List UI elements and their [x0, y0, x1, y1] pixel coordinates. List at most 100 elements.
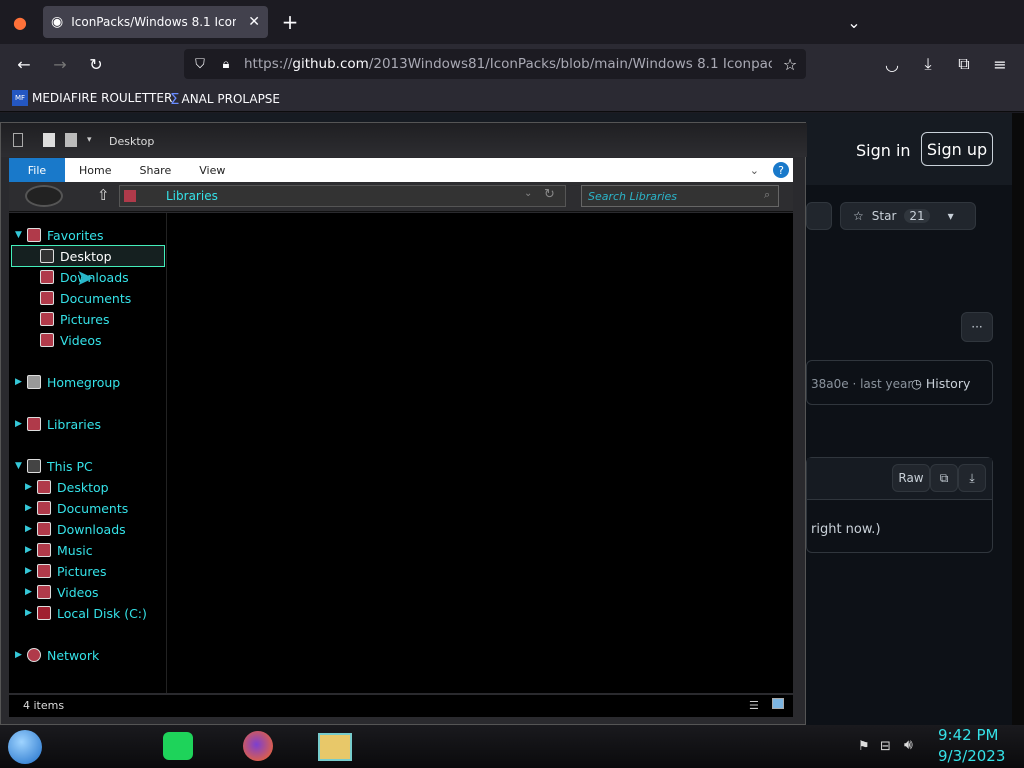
bookmark-anal-prolapse[interactable]: Σ ANAL PROLAPSE [170, 90, 280, 108]
bookmark-mediafire[interactable]: MF MEDIAFIRE ROULETTER [12, 90, 172, 106]
item-count: 4 items [23, 699, 65, 712]
url-text[interactable]: https://github.com/2013Windows81/IconPac… [244, 56, 772, 72]
reload-button[interactable]: ↻ [82, 50, 110, 78]
nav-pc-desktop[interactable]: ▶ Desktop [25, 477, 109, 497]
music-icon [37, 543, 51, 557]
history-link[interactable]: ◷ History [911, 376, 970, 391]
libraries-icon [124, 190, 136, 202]
start-button[interactable] [8, 730, 42, 764]
help-icon[interactable]: ? [773, 162, 789, 178]
nav-pc-music[interactable]: ▶ Music [25, 540, 93, 560]
clock-time[interactable]: 9:42 PM [938, 726, 998, 744]
nav-fav-videos[interactable]: Videos [40, 330, 102, 350]
nav-this-pc[interactable]: ▼ This PC [15, 456, 93, 476]
up-arrow-icon[interactable]: ⇧ [97, 186, 110, 204]
nav-pc-documents[interactable]: ▶ Documents [25, 498, 128, 518]
search-input[interactable]: Search Libraries [588, 190, 677, 203]
expand-arrow-icon[interactable]: ▶ [15, 650, 27, 660]
properties-icon[interactable] [43, 133, 55, 147]
downloads-icon[interactable]: ⤓ [914, 50, 942, 78]
menu-icon[interactable]: ≡ [986, 50, 1014, 78]
expand-arrow-icon[interactable]: ▼ [15, 461, 27, 471]
raw-button[interactable]: Raw [892, 464, 930, 492]
lock-icon[interactable]: 🔒︎ [212, 50, 240, 78]
shield-icon[interactable]: ⛉ [186, 50, 214, 78]
commit-info[interactable]: 38a0e · last year [811, 377, 912, 391]
copy-icon[interactable]: ⧉ [930, 464, 958, 492]
firefox-icon[interactable]: ● [6, 8, 34, 36]
star-count: 21 [904, 209, 930, 223]
desktop-icon [37, 480, 51, 494]
extensions-icon[interactable]: ⧉ [950, 50, 978, 78]
sign-in-link[interactable]: Sign in [856, 141, 911, 160]
nav-fav-pictures[interactable]: Pictures [40, 309, 110, 329]
tab-file[interactable]: File [9, 158, 65, 182]
nav-pc-videos[interactable]: ▶ Videos [25, 582, 99, 602]
downloads-icon [37, 522, 51, 536]
back-button[interactable]: ← [10, 50, 38, 78]
ribbon-tabs: File Home Share View ⌄ ? [9, 158, 793, 182]
nav-fav-documents[interactable]: Documents [40, 288, 131, 308]
nav-network[interactable]: ▶ Network [15, 645, 99, 665]
download-icon[interactable]: ⤓ [958, 464, 986, 492]
nav-homegroup[interactable]: ▶ Homegroup [15, 372, 120, 392]
tab-home[interactable]: Home [65, 158, 125, 182]
chevron-down-icon[interactable]: ▾ [87, 135, 92, 145]
nav-pc-local-disk[interactable]: ▶ Local Disk (C:) [25, 603, 147, 623]
github-icon: ◉ [51, 14, 64, 30]
close-tab-icon[interactable]: ✕ [248, 14, 260, 30]
nav-pc-downloads[interactable]: ▶ Downloads [25, 519, 126, 539]
expand-ribbon-icon[interactable]: ⌄ [750, 164, 759, 177]
window-title: Desktop [109, 135, 155, 148]
nav-favorites[interactable]: ▼ Favorites [15, 225, 103, 245]
url-bar[interactable]: ⛉ 🔒︎ https://github.com/2013Windows81/Ic… [184, 49, 806, 79]
expand-arrow-icon[interactable]: ▶ [15, 377, 27, 387]
nav-pc-pictures[interactable]: ▶ Pictures [25, 561, 107, 581]
notify-button[interactable] [806, 202, 832, 230]
documents-icon [37, 501, 51, 515]
large-icons-view-icon[interactable] [772, 698, 784, 709]
volume-icon[interactable]: 🔊︎ [904, 737, 913, 753]
list-tabs-icon[interactable]: ⌄ [840, 8, 868, 36]
page-scrollbar[interactable] [1012, 113, 1024, 725]
nav-libraries[interactable]: ▶ Libraries [15, 414, 101, 434]
computer-icon [27, 459, 41, 473]
expand-arrow-icon[interactable]: ▼ [15, 230, 27, 240]
new-folder-icon[interactable] [65, 133, 77, 147]
pictures-icon [37, 564, 51, 578]
bookmark-star-icon[interactable]: ☆ [776, 50, 804, 78]
tab-view[interactable]: View [185, 158, 239, 182]
nav-fav-desktop[interactable]: Desktop [11, 245, 165, 267]
sign-up-button[interactable]: Sign up [921, 132, 993, 166]
notes-app-icon[interactable] [163, 732, 193, 760]
network-tray-icon[interactable]: ⊟ [880, 739, 891, 754]
dropdown-icon[interactable]: ⌄ [524, 188, 532, 199]
videos-icon [37, 585, 51, 599]
file-explorer-icon[interactable] [318, 733, 352, 761]
chevron-down-icon[interactable]: ▾ [948, 209, 954, 223]
back-nav-icon[interactable] [25, 185, 63, 207]
tab-share[interactable]: Share [125, 158, 185, 182]
address-row: ⇧ Libraries ⌄ ↻ Search Libraries ⌕ [9, 182, 793, 212]
refresh-icon[interactable]: ↻ [544, 187, 555, 202]
expand-arrow-icon[interactable]: ▶ [15, 419, 27, 429]
details-view-icon[interactable]: ☰ [749, 699, 759, 712]
file-list-area[interactable] [167, 213, 793, 693]
address-bar[interactable]: Libraries ⌄ ↻ [119, 185, 566, 207]
pocket-icon[interactable]: ◡ [878, 50, 906, 78]
mediafire-icon: MF [12, 90, 28, 106]
explorer-window: ▾ Desktop File Home Share View ⌄ ? ⇧ Lib… [0, 122, 807, 725]
videos-icon [40, 333, 54, 347]
star-button[interactable]: ☆ Star 21 ▾ [840, 202, 976, 230]
flag-icon[interactable]: ⚑ [858, 739, 870, 754]
browser-tab[interactable]: ◉ IconPacks/Windows 8.1 Iconpack ✕ [43, 6, 268, 38]
forward-button[interactable]: → [46, 50, 74, 78]
address-text[interactable]: Libraries [166, 189, 218, 203]
clock-date[interactable]: 9/3/2023 [938, 747, 1005, 765]
new-tab-button[interactable]: + [276, 8, 304, 36]
pictures-icon [40, 312, 54, 326]
more-options-button[interactable]: ··· [961, 312, 993, 342]
explorer-titlebar[interactable]: ▾ Desktop [1, 123, 807, 157]
search-box[interactable]: Search Libraries ⌕ [581, 185, 779, 207]
firefox-icon[interactable] [243, 731, 273, 761]
